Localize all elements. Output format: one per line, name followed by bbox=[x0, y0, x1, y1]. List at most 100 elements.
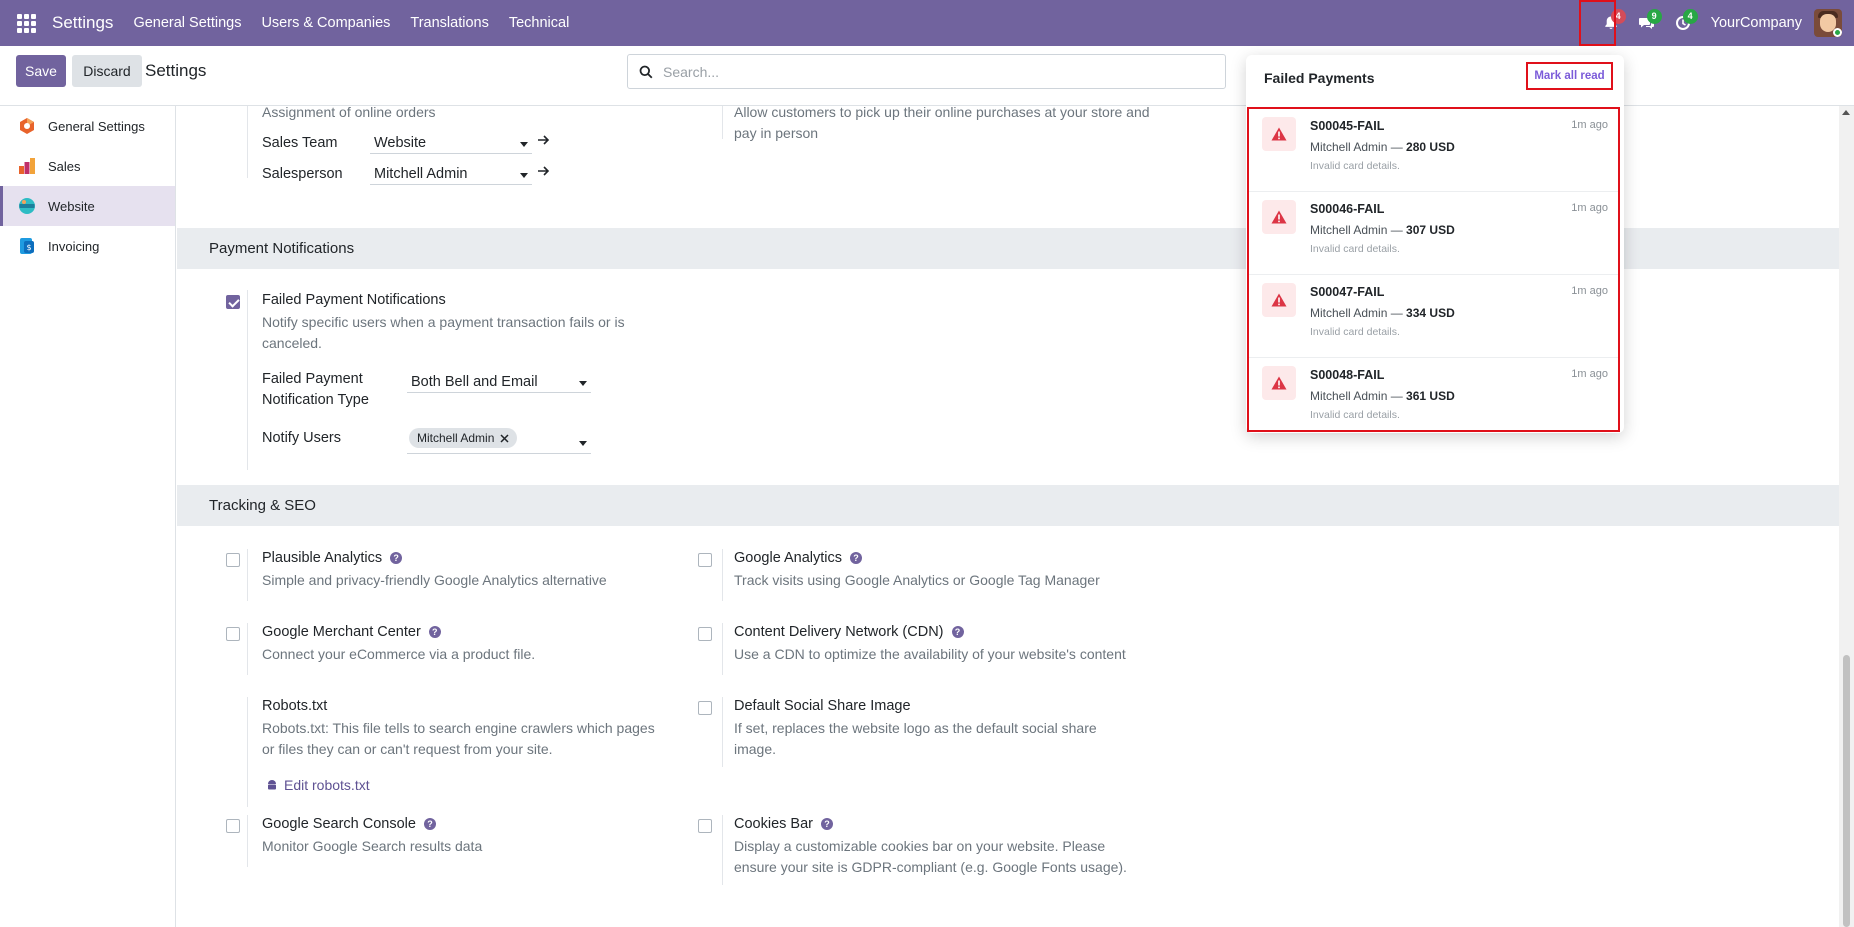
notification-note: Invalid card details. bbox=[1310, 326, 1400, 338]
company-switcher[interactable]: YourCompany bbox=[1711, 15, 1802, 31]
sidebar-item-general-settings[interactable]: General Settings bbox=[0, 106, 175, 146]
robots-desc-2: or files they can or can't request from … bbox=[262, 741, 553, 757]
help-icon[interactable]: ? bbox=[428, 626, 441, 638]
social-image-title: Default Social Share Image bbox=[734, 698, 911, 714]
svg-text:$: $ bbox=[26, 243, 31, 252]
plausible-title: Plausible Analytics? bbox=[262, 550, 403, 566]
help-icon[interactable]: ? bbox=[951, 626, 964, 638]
chevron-down-icon bbox=[579, 381, 587, 386]
mark-all-read-button[interactable]: Mark all read bbox=[1526, 62, 1613, 90]
google-analytics-desc: Track visits using Google Analytics or G… bbox=[734, 572, 1100, 588]
sidebar-item-invoicing[interactable]: $ Invoicing bbox=[0, 226, 175, 266]
notification-list: S00045-FAIL 1m ago Mitchell Admin — 280 … bbox=[1247, 107, 1620, 432]
salesperson-open-button[interactable] bbox=[537, 164, 550, 180]
close-icon[interactable] bbox=[500, 433, 509, 443]
salesperson-label: Salesperson bbox=[262, 166, 343, 182]
apps-grid-icon bbox=[16, 13, 36, 33]
cdn-checkbox[interactable] bbox=[698, 627, 712, 641]
arrow-right-icon bbox=[538, 135, 550, 145]
edit-robots-link[interactable]: Edit robots.txt bbox=[266, 777, 370, 793]
menu-general-settings[interactable]: General Settings bbox=[133, 15, 241, 31]
online-status-icon bbox=[1833, 28, 1842, 37]
sales-team-open-button[interactable] bbox=[537, 133, 550, 149]
systray: 4 9 4 YourCompany bbox=[1593, 0, 1854, 46]
notification-type-select[interactable]: Both Bell and Email bbox=[407, 372, 591, 393]
notification-item[interactable]: S00047-FAIL 1m ago Mitchell Admin — 334 … bbox=[1249, 275, 1618, 358]
sales-team-select[interactable]: Website bbox=[370, 133, 532, 154]
notification-note: Invalid card details. bbox=[1310, 243, 1400, 255]
setting-divider bbox=[722, 549, 723, 601]
search-console-title: Google Search Console? bbox=[262, 816, 436, 832]
help-icon[interactable]: ? bbox=[850, 552, 863, 564]
notification-item[interactable]: S00046-FAIL 1m ago Mitchell Admin — 307 … bbox=[1249, 192, 1618, 275]
edit-robots-label: Edit robots.txt bbox=[284, 777, 370, 793]
warning-icon bbox=[1262, 200, 1296, 234]
failed-payments-dropdown: Failed Payments Mark all read S00045-FAI… bbox=[1246, 55, 1624, 433]
notification-type-value: Both Bell and Email bbox=[411, 374, 538, 390]
pickup-text: Allow customers to pick up their online … bbox=[734, 106, 1150, 141]
cdn-desc: Use a CDN to optimize the availability o… bbox=[734, 646, 1126, 662]
setting-divider bbox=[247, 697, 248, 807]
search-console-desc: Monitor Google Search results data bbox=[262, 838, 483, 854]
plausible-desc: Simple and privacy-friendly Google Analy… bbox=[262, 572, 607, 588]
social-image-checkbox[interactable] bbox=[698, 701, 712, 715]
robots-title: Robots.txt bbox=[262, 698, 328, 714]
merchant-center-checkbox[interactable] bbox=[226, 627, 240, 641]
user-tag-label: Mitchell Admin bbox=[417, 431, 495, 445]
discard-button[interactable]: Discard bbox=[72, 55, 142, 87]
help-icon[interactable]: ? bbox=[390, 552, 403, 564]
help-icon[interactable]: ? bbox=[820, 818, 833, 830]
website-icon bbox=[18, 197, 36, 215]
bell-highlight-box bbox=[1579, 0, 1616, 46]
menu-users-companies[interactable]: Users & Companies bbox=[261, 15, 390, 31]
cookies-bar-desc-1: Display a customizable cookies bar on yo… bbox=[734, 838, 1106, 854]
notification-item[interactable]: S00048-FAIL 1m ago Mitchell Admin — 361 … bbox=[1249, 358, 1618, 441]
notification-item[interactable]: S00045-FAIL 1m ago Mitchell Admin — 280 … bbox=[1249, 109, 1618, 192]
apps-menu-button[interactable] bbox=[0, 0, 52, 46]
search-console-checkbox[interactable] bbox=[226, 819, 240, 833]
setting-divider bbox=[247, 549, 248, 601]
scrollbar-thumb[interactable] bbox=[1843, 655, 1850, 927]
app-title[interactable]: Settings bbox=[52, 13, 113, 33]
sidebar-item-sales[interactable]: Sales bbox=[0, 146, 175, 186]
user-avatar[interactable] bbox=[1814, 9, 1842, 37]
activity-button[interactable]: 4 bbox=[1665, 0, 1701, 46]
scroll-up-arrow-icon[interactable] bbox=[1842, 110, 1850, 115]
setting-divider bbox=[722, 106, 723, 139]
notification-type-label-2: Notification Type bbox=[262, 392, 369, 408]
cookies-bar-checkbox[interactable] bbox=[698, 819, 712, 833]
notification-name: S00048-FAIL bbox=[1310, 368, 1385, 382]
salesperson-select[interactable]: Mitchell Admin bbox=[370, 164, 532, 185]
save-button[interactable]: Save bbox=[16, 55, 66, 87]
sidebar-item-website[interactable]: Website bbox=[0, 186, 175, 226]
notification-note: Invalid card details. bbox=[1310, 409, 1400, 421]
notification-time: 1m ago bbox=[1571, 368, 1608, 380]
search-input[interactable] bbox=[663, 63, 1225, 80]
search-box[interactable] bbox=[627, 54, 1226, 89]
cookies-bar-title: Cookies Bar? bbox=[734, 816, 833, 832]
menu-technical[interactable]: Technical bbox=[509, 15, 569, 31]
cookies-bar-desc-2: ensure your site is GDPR-compliant (e.g.… bbox=[734, 859, 1127, 875]
failed-payment-checkbox[interactable] bbox=[226, 295, 240, 309]
section-tracking-seo: Tracking & SEO bbox=[177, 485, 1839, 526]
arrow-right-icon bbox=[538, 166, 550, 176]
notification-detail: Mitchell Admin — 280 USD bbox=[1310, 140, 1455, 154]
google-analytics-title: Google Analytics? bbox=[734, 550, 863, 566]
chat-button[interactable]: 9 bbox=[1629, 0, 1665, 46]
robots-desc-1: Robots.txt: This file tells to search en… bbox=[262, 720, 655, 736]
merchant-center-desc: Connect your eCommerce via a product fil… bbox=[262, 646, 536, 662]
help-icon[interactable]: ? bbox=[423, 818, 436, 830]
top-navbar: Settings General Settings Users & Compan… bbox=[0, 0, 1854, 46]
setting-divider bbox=[722, 623, 723, 675]
main-menu: General Settings Users & Companies Trans… bbox=[133, 15, 569, 31]
sales-team-label: Sales Team bbox=[262, 135, 338, 151]
sales-icon bbox=[18, 157, 36, 175]
plausible-checkbox[interactable] bbox=[226, 553, 240, 567]
assignment-text: Assignment of online orders bbox=[262, 106, 436, 120]
sidebar-item-label: Website bbox=[48, 198, 95, 214]
notification-detail: Mitchell Admin — 334 USD bbox=[1310, 306, 1455, 320]
menu-translations[interactable]: Translations bbox=[410, 15, 488, 31]
setting-divider bbox=[247, 290, 248, 470]
google-analytics-checkbox[interactable] bbox=[698, 553, 712, 567]
search-icon bbox=[639, 65, 653, 78]
